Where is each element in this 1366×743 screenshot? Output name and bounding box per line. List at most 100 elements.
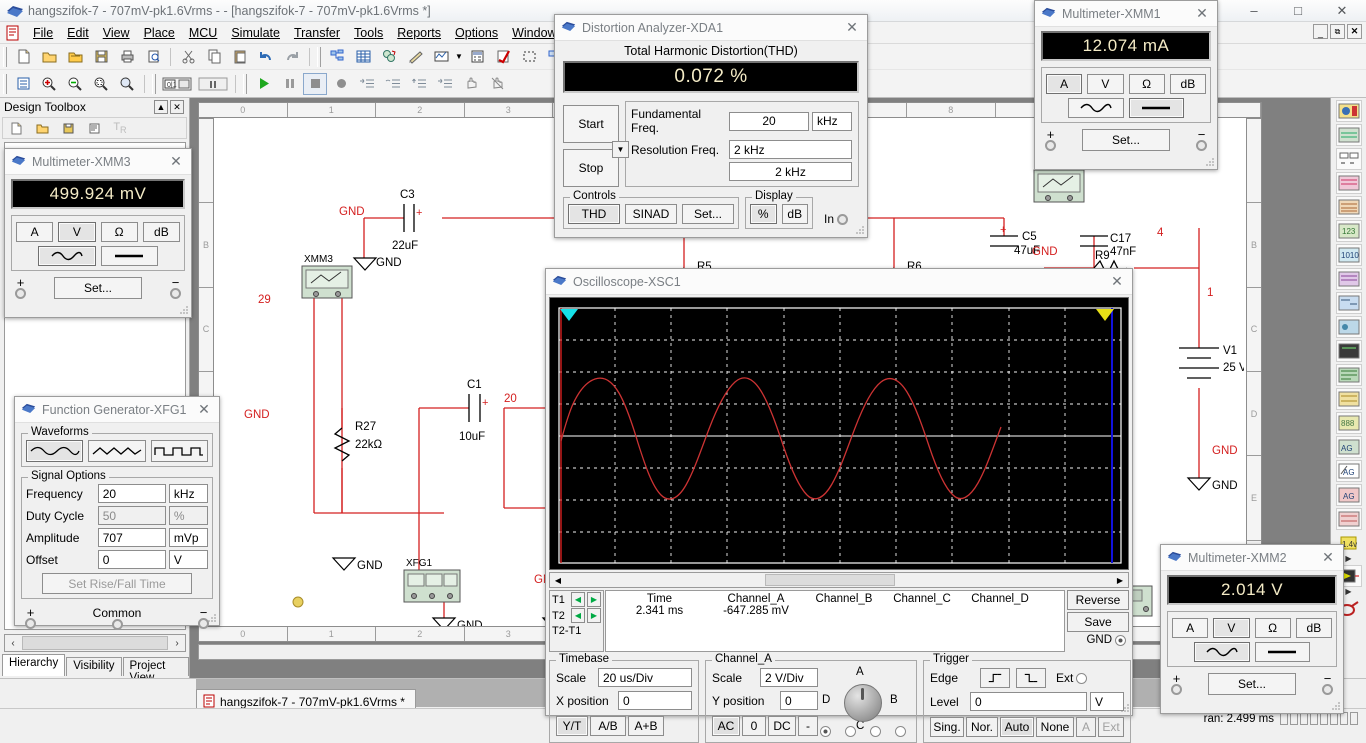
- timebase-scale-input[interactable]: 20 us/Div: [598, 668, 692, 687]
- multimeter-xmm1-window[interactable]: Multimeter-XMM1 ✕ 12.074 mA A V Ω dB + S…: [1034, 0, 1218, 170]
- mode-volts-button[interactable]: V: [1213, 618, 1250, 638]
- tab-project-view[interactable]: Project View: [122, 657, 189, 684]
- cursor-t1-right-arrow-icon[interactable]: ▶: [587, 592, 601, 607]
- misc-digital-icon[interactable]: [1335, 268, 1362, 290]
- design-toolbox-hscrollbar[interactable]: ‹ ›: [4, 634, 186, 652]
- scroll-right-arrow-icon[interactable]: ▶: [1112, 576, 1128, 585]
- scroll-left-arrow-icon[interactable]: ◀: [550, 576, 566, 585]
- set-button[interactable]: Set...: [1082, 129, 1170, 151]
- oscilloscope-screen[interactable]: [549, 297, 1129, 570]
- frequency-unit[interactable]: kHz: [168, 484, 208, 503]
- rf-icon[interactable]: 888: [1335, 412, 1362, 434]
- place-component-icon[interactable]: [377, 46, 401, 68]
- mdi-close-button[interactable]: ✕: [1347, 24, 1362, 39]
- falling-edge-icon[interactable]: [1016, 668, 1046, 688]
- cmos-icon[interactable]: 1010: [1335, 244, 1362, 266]
- scrollbar-thumb[interactable]: [22, 636, 168, 650]
- basic-icon[interactable]: [1335, 124, 1362, 146]
- menu-reports[interactable]: Reports: [390, 24, 448, 42]
- fundamental-freq-unit[interactable]: kHz: [812, 111, 852, 131]
- cut-icon[interactable]: [176, 46, 200, 68]
- selection-icon[interactable]: [517, 46, 541, 68]
- nipld-icon[interactable]: AG: [1335, 460, 1362, 482]
- timebase-xposition-input[interactable]: 0: [618, 691, 692, 710]
- minimize-button[interactable]: –: [1232, 0, 1276, 21]
- close-icon[interactable]: ✕: [189, 398, 219, 422]
- save-button[interactable]: Save: [1067, 612, 1129, 632]
- mdi-minimize-button[interactable]: _: [1313, 24, 1328, 39]
- step-out-icon[interactable]: [407, 73, 431, 95]
- zoom-area-icon[interactable]: [89, 73, 113, 95]
- grapher-icon[interactable]: [429, 46, 453, 68]
- multimeter-xmm3-window[interactable]: Multimeter-XMM3 ✕ 499.924 mV A V Ω dB + …: [4, 148, 192, 318]
- trigger-single-button[interactable]: Sing.: [930, 717, 964, 737]
- function-generator-window[interactable]: Function Generator-XFG1 ✕ Waveforms Sign…: [14, 396, 220, 630]
- mode-ohms-button[interactable]: Ω: [100, 222, 138, 242]
- offset-unit[interactable]: V: [168, 550, 208, 569]
- cursor-t2-right-arrow-icon[interactable]: ▶: [587, 608, 601, 623]
- resolution-freq-select[interactable]: 2 kHz: [729, 140, 852, 159]
- thd-button[interactable]: THD: [568, 204, 620, 224]
- scroll-left-arrow-icon[interactable]: ‹: [5, 638, 21, 649]
- mode-db-button[interactable]: dB: [142, 222, 180, 242]
- window-titlebar[interactable]: Distortion Analyzer-XDA1 ✕: [555, 15, 867, 41]
- menu-simulate[interactable]: Simulate: [224, 24, 287, 42]
- ttl-icon[interactable]: 123: [1335, 220, 1362, 242]
- triangle-wave-icon[interactable]: [88, 440, 146, 462]
- pause-icon[interactable]: [277, 73, 301, 95]
- oscilloscope-window[interactable]: Oscilloscope-XSC1 ✕ ◀ ▶ T1 ◀ ▶ T2 ◀ ▶ T2…: [545, 268, 1133, 743]
- no-hand-icon[interactable]: [485, 73, 509, 95]
- menu-transfer[interactable]: Transfer: [287, 24, 347, 42]
- mcu-icon[interactable]: [1335, 508, 1362, 530]
- amplitude-input[interactable]: 707: [97, 528, 166, 547]
- dc-line-icon[interactable]: [100, 246, 158, 266]
- menu-options[interactable]: Options: [448, 24, 505, 42]
- restore-button[interactable]: □: [1276, 0, 1320, 21]
- gnd-terminal[interactable]: [1115, 634, 1126, 646]
- graphic-annotation-icon[interactable]: [403, 46, 427, 68]
- transistor-icon[interactable]: [1335, 172, 1362, 194]
- menu-place[interactable]: Place: [137, 24, 182, 42]
- mdi-restore-button[interactable]: ⧉: [1330, 24, 1345, 39]
- postprocessor-icon[interactable]: [465, 46, 489, 68]
- menu-file[interactable]: File: [26, 24, 60, 42]
- set-button[interactable]: Set...: [682, 204, 734, 224]
- scrollbar-thumb[interactable]: [765, 574, 895, 586]
- save-icon[interactable]: [56, 117, 80, 139]
- chevron-down-icon[interactable]: ▼: [454, 52, 464, 61]
- electromech-icon[interactable]: AG: [1335, 436, 1362, 458]
- close-icon[interactable]: ✕: [161, 150, 191, 174]
- trigger-none-button[interactable]: None: [1036, 717, 1074, 737]
- redo-icon[interactable]: [280, 46, 304, 68]
- display-percent-button[interactable]: %: [750, 204, 777, 224]
- cursor-t2-left-arrow-icon[interactable]: ◀: [571, 608, 585, 623]
- tab-visibility[interactable]: Visibility: [66, 657, 122, 676]
- channel-selector-knob[interactable]: [844, 684, 882, 722]
- open-folder-icon[interactable]: [37, 46, 61, 68]
- advanced-peripheral-icon[interactable]: [1335, 388, 1362, 410]
- dc-line-icon[interactable]: [1128, 98, 1184, 118]
- set-button[interactable]: Set...: [54, 277, 142, 299]
- resize-handle-icon[interactable]: [1204, 156, 1216, 168]
- trigger-level-input[interactable]: 0: [970, 692, 1087, 711]
- resize-handle-icon[interactable]: [1330, 700, 1342, 712]
- toolbar-grip[interactable]: [3, 46, 7, 67]
- run-icon[interactable]: [251, 73, 275, 95]
- toolbar-grip-4[interactable]: [152, 73, 156, 94]
- channel-a-yposition-input[interactable]: 0: [780, 691, 818, 710]
- list-icon[interactable]: [11, 73, 35, 95]
- square-wave-icon[interactable]: [150, 440, 208, 462]
- mixed-icon[interactable]: [1335, 292, 1362, 314]
- mode-amps-button[interactable]: A: [1172, 618, 1209, 638]
- mode-ohms-button[interactable]: Ω: [1128, 74, 1165, 94]
- mode-apb-button[interactable]: A+B: [628, 716, 664, 736]
- hierarchy-icon[interactable]: [325, 46, 349, 68]
- instrument-icon[interactable]: 0|1: [160, 73, 194, 95]
- new-icon[interactable]: [4, 117, 28, 139]
- stop-icon[interactable]: [303, 72, 327, 95]
- resize-handle-icon[interactable]: [854, 224, 866, 236]
- window-titlebar[interactable]: Function Generator-XFG1 ✕: [15, 397, 219, 423]
- channel-a-scale-input[interactable]: 2 V/Div: [760, 668, 818, 687]
- in-terminal[interactable]: [837, 213, 848, 225]
- common-terminal[interactable]: [111, 619, 123, 630]
